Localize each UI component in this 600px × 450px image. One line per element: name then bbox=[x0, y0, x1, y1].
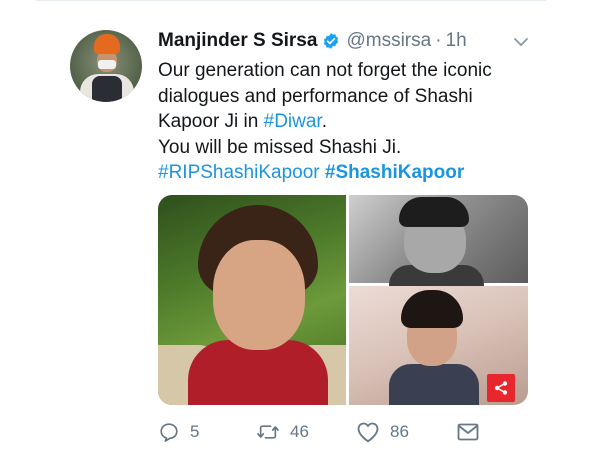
envelope-icon bbox=[457, 423, 479, 441]
tweet-hashtags: #RIPShashiKapoor #ShashiKapoor bbox=[158, 160, 548, 186]
avatar-vest bbox=[92, 76, 122, 102]
photo-face bbox=[213, 240, 305, 350]
tweet-text-segment: . bbox=[321, 111, 327, 132]
author-name[interactable]: Manjinder S Sirsa bbox=[158, 30, 317, 52]
tweet-text: Our generation can not forget the iconic… bbox=[158, 58, 548, 186]
chevron-down-icon[interactable] bbox=[513, 36, 529, 48]
verified-badge-icon bbox=[324, 33, 339, 49]
photo-hair bbox=[401, 290, 463, 328]
retweet-count: 46 bbox=[290, 422, 309, 441]
author-avatar[interactable] bbox=[70, 30, 142, 102]
direct-message-button[interactable] bbox=[457, 420, 479, 444]
reply-count: 5 bbox=[190, 422, 200, 441]
media-photo-main[interactable] bbox=[158, 195, 346, 405]
author-handle[interactable]: @mssirsa bbox=[346, 30, 431, 52]
photo-hair bbox=[399, 197, 469, 227]
retweet-icon bbox=[257, 425, 279, 439]
avatar-turban bbox=[94, 34, 120, 54]
tweet-timestamp[interactable]: 1h bbox=[446, 30, 467, 52]
share-icon bbox=[494, 381, 508, 395]
reply-button[interactable]: 5 bbox=[158, 420, 199, 444]
hashtag-link-ripshashikapoor[interactable]: #RIPShashiKapoor bbox=[158, 162, 320, 183]
tweet-text-line: Kapoor Ji in #Diwar. bbox=[158, 109, 548, 135]
hashtag-link-shashikapoor[interactable]: #ShashiKapoor bbox=[325, 162, 464, 183]
media-photo-top-right[interactable] bbox=[349, 195, 528, 287]
like-button[interactable]: 86 bbox=[356, 420, 409, 444]
retweet-button[interactable]: 46 bbox=[256, 420, 309, 444]
like-count: 86 bbox=[390, 422, 409, 441]
share-button[interactable] bbox=[487, 374, 515, 402]
heart-icon bbox=[357, 422, 379, 443]
hashtag-link-diwar[interactable]: #Diwar bbox=[264, 111, 322, 132]
header-separator: · bbox=[435, 30, 442, 51]
top-divider bbox=[36, 0, 546, 1]
avatar-mask bbox=[98, 60, 116, 69]
media-grid bbox=[158, 195, 528, 405]
tweet-text-segment: Kapoor Ji in bbox=[158, 111, 264, 132]
tweet-text-line: Our generation can not forget the iconic bbox=[158, 60, 492, 81]
tweet-text-line: dialogues and performance of Shashi bbox=[158, 85, 473, 107]
tweet-actions: 5 46 86 bbox=[158, 420, 488, 444]
tweet-text-line: You will be missed Shashi Ji. bbox=[158, 136, 402, 158]
tweet-header: Manjinder S Sirsa @mssirsa · 1h bbox=[158, 30, 467, 52]
photo-shirt bbox=[389, 364, 479, 405]
reply-icon bbox=[160, 423, 178, 442]
